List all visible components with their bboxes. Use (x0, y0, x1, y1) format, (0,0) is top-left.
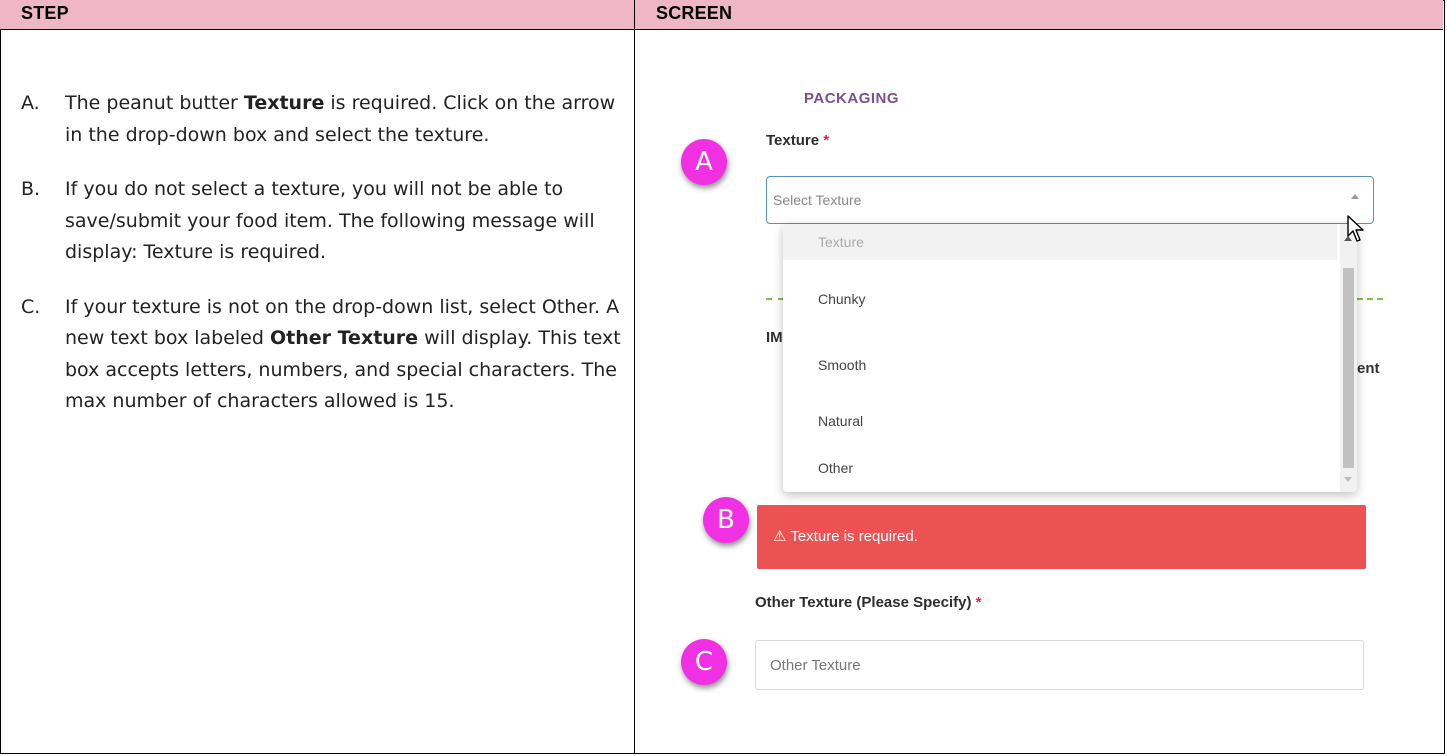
dropdown-option-texture: Texture (783, 224, 1337, 260)
dropdown-option-natural[interactable]: Natural (783, 403, 1337, 439)
step-c: C. If your texture is not on the drop-do… (21, 292, 621, 418)
option-label: Natural (818, 413, 864, 429)
badge-c: C (681, 639, 727, 685)
step-b: B. If you do not select a texture, you w… (21, 174, 621, 269)
option-label: Other (818, 460, 854, 476)
other-texture-placeholder: Other Texture (770, 657, 861, 674)
dropdown-option-smooth[interactable]: Smooth (783, 347, 1337, 383)
dropdown-option-other[interactable]: Other (783, 450, 1337, 486)
step-b-text: If you do not select a texture, you will… (65, 178, 595, 263)
column-divider (634, 30, 635, 754)
texture-select-placeholder: Select Texture (773, 192, 862, 208)
scroll-down-arrow-icon[interactable] (1344, 477, 1352, 482)
badge-b: B (703, 497, 749, 543)
screen-column-header: SCREEN (635, 0, 1443, 30)
other-texture-label-text: Other Texture (Please Specify) (755, 594, 972, 611)
option-label: Smooth (818, 357, 867, 373)
badge-a: A (681, 139, 727, 185)
background-label-fragment: ent (1357, 360, 1380, 377)
dropdown-scrollbar[interactable] (1340, 224, 1357, 492)
packaging-section-title: PACKAGING (804, 90, 900, 107)
alert-message: ⚠ Texture is required. (773, 528, 918, 545)
step-a-bold: Texture (243, 92, 325, 114)
texture-dropdown-list[interactable]: Texture Chunky Smooth Natural Other (783, 224, 1357, 492)
step-column-header: STEP (0, 0, 635, 30)
step-a-text-1: The peanut butter (65, 92, 244, 114)
step-list: A. The peanut butter Texture is required… (21, 88, 621, 441)
texture-required-alert: ⚠ Texture is required. (757, 505, 1366, 569)
texture-select[interactable]: Select Texture (766, 176, 1374, 224)
other-texture-label: Other Texture (Please Specify) * (755, 594, 981, 611)
texture-label: Texture * (766, 132, 829, 149)
other-texture-input[interactable]: Other Texture (755, 640, 1364, 690)
step-b-letter: B. (21, 178, 41, 200)
screen-header-label: SCREEN (656, 3, 733, 23)
texture-label-text: Texture (766, 132, 820, 149)
required-asterisk: * (975, 594, 982, 611)
dropdown-option-chunky[interactable]: Chunky (783, 281, 1337, 317)
scrollbar-thumb[interactable] (1343, 268, 1354, 468)
step-header-label: STEP (21, 3, 69, 23)
background-section-fragment: IM (766, 329, 783, 346)
caret-up-icon[interactable] (1351, 194, 1359, 199)
option-label: Chunky (818, 291, 866, 307)
step-a-letter: A. (21, 92, 40, 114)
step-c-bold: Other Texture (269, 327, 419, 349)
step-c-letter: C. (21, 295, 41, 318)
required-asterisk: * (823, 132, 830, 149)
section-divider-right (1357, 298, 1383, 300)
step-a: A. The peanut butter Texture is required… (21, 88, 621, 151)
section-divider-left (766, 298, 784, 300)
option-label: Texture (818, 234, 864, 250)
mouse-pointer-icon (1347, 215, 1364, 242)
